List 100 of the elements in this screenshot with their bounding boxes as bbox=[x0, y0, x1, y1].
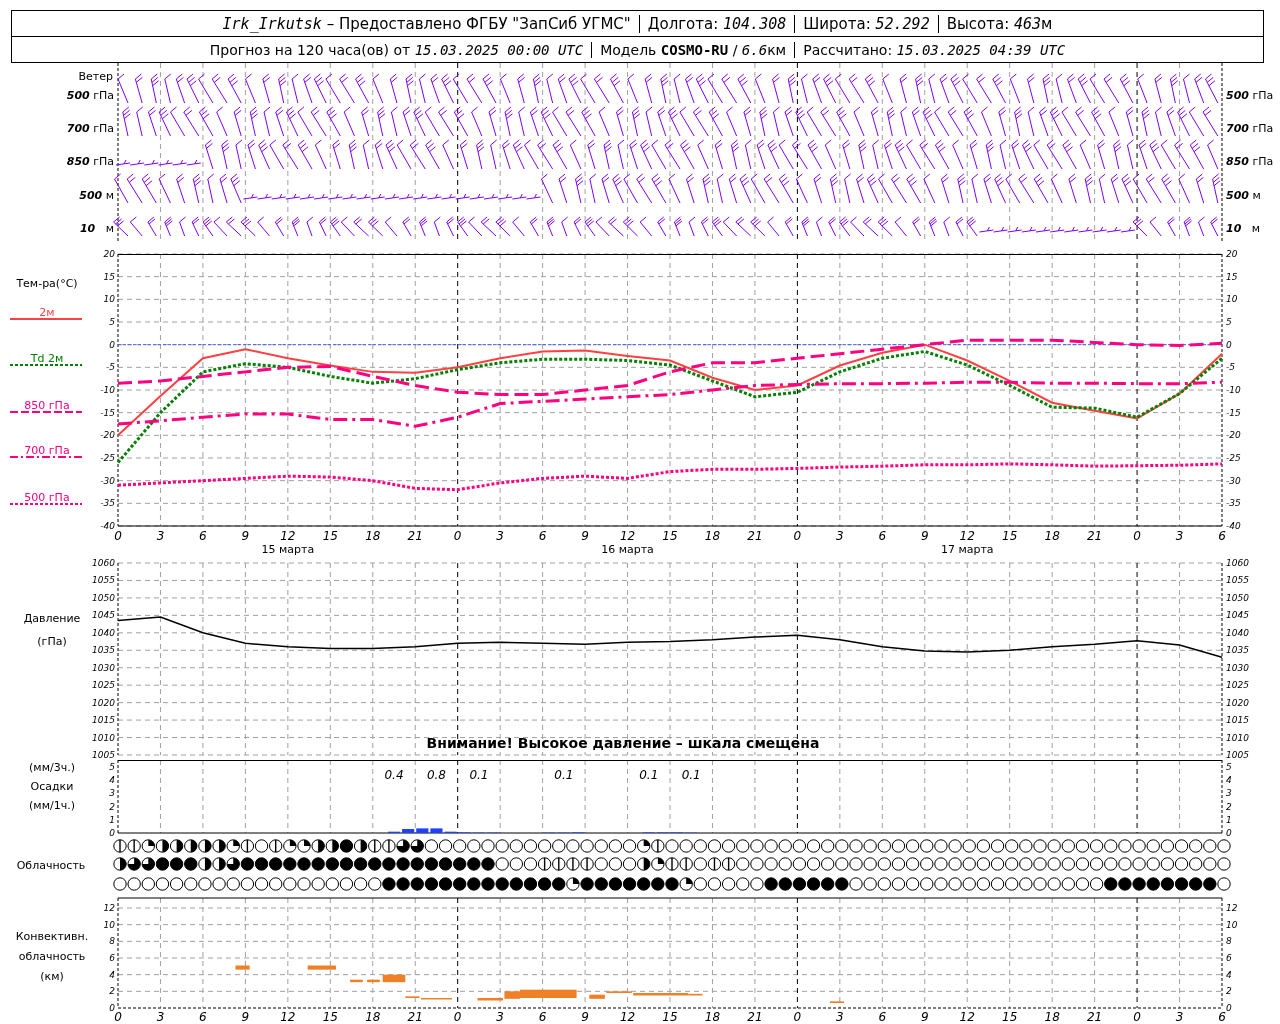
axis-label: 2 bbox=[1226, 986, 1232, 997]
cloud-cover-icon bbox=[651, 857, 665, 871]
header-text: Прогноз на 120 часа(ов) от 15.03.2025 00:00 UTC bbox=[208, 41, 585, 58]
cloud-cover-icon bbox=[750, 877, 764, 891]
axis-label: -30 bbox=[100, 475, 115, 486]
cloud-cover-icon bbox=[750, 857, 764, 871]
cloud-cover-icon bbox=[1160, 839, 1175, 853]
cloud-cover-icon bbox=[1005, 857, 1019, 871]
axis-label: 9 bbox=[241, 529, 250, 543]
cloud-cover-icon bbox=[495, 839, 509, 853]
cloud-cover-icon bbox=[226, 877, 240, 891]
axis-label: 0 bbox=[1226, 828, 1232, 838]
precipitation-total: 0.1 bbox=[554, 768, 574, 782]
cloud-cover-icon bbox=[311, 839, 325, 853]
axis-label: 18 bbox=[704, 1010, 721, 1024]
cloud-cover-icon bbox=[169, 877, 184, 891]
pressure-label: Давление bbox=[23, 612, 81, 625]
cloud-cover-icon bbox=[637, 839, 651, 853]
level-label: 500 м bbox=[1226, 189, 1261, 203]
cloud-cover-icon bbox=[1019, 839, 1033, 853]
cloud-cover-icon bbox=[1132, 857, 1146, 871]
cloud-cover-icon bbox=[1061, 877, 1075, 891]
convective-label: облачность bbox=[18, 950, 86, 963]
axis-label: -35 bbox=[100, 498, 115, 509]
axis-label: 0 bbox=[793, 1010, 802, 1024]
axis-label: 3 bbox=[1175, 529, 1184, 543]
cloud-cover-icon bbox=[1089, 839, 1104, 853]
cloud-cover-icon bbox=[410, 877, 424, 891]
cloud-cover-icon bbox=[184, 839, 198, 853]
axis-label: 3 bbox=[1175, 1010, 1184, 1024]
cloud-cover-icon bbox=[198, 857, 212, 871]
axis-label: 18 bbox=[1044, 529, 1060, 543]
axis-label: 15 bbox=[662, 529, 678, 543]
cloud-cover-icon bbox=[141, 839, 155, 853]
cloud-cover-icon bbox=[736, 857, 750, 871]
cloud-cover-icon bbox=[948, 857, 962, 871]
cloud-cover-icon bbox=[1132, 839, 1146, 853]
cloud-cover-icon bbox=[523, 857, 538, 871]
cloud-cover-icon bbox=[1203, 839, 1217, 853]
cloud-cover-icon bbox=[1061, 839, 1075, 853]
axis-label: 21 bbox=[747, 1010, 763, 1024]
axis-label: 4 bbox=[1226, 969, 1232, 980]
cloud-cover-icon bbox=[792, 857, 807, 871]
axis-label: -35 bbox=[1226, 498, 1241, 509]
cloud-cover-icon bbox=[679, 857, 693, 871]
cloud-cover-icon bbox=[849, 857, 863, 871]
axis-label: 15 bbox=[1226, 271, 1238, 282]
cloud-cover-icon bbox=[1005, 839, 1019, 853]
cloud-cover-icon bbox=[990, 839, 1005, 853]
axis-label: 2 bbox=[1226, 801, 1232, 812]
header-text: Долгота: 104.308 bbox=[638, 14, 795, 33]
cloud-cover-icon bbox=[580, 839, 594, 853]
cloud-cover-icon bbox=[184, 857, 198, 871]
cloud-cover-icon bbox=[368, 877, 382, 891]
axis-label: 0 bbox=[1133, 1010, 1141, 1024]
axis-label: 3 bbox=[836, 529, 844, 543]
cloud-cover-icon bbox=[679, 839, 693, 853]
axis-label: 15 bbox=[1002, 529, 1018, 543]
axis-label: 1055 bbox=[1226, 575, 1249, 586]
axis-label: 0 bbox=[453, 529, 462, 543]
cloud-cover-icon bbox=[566, 857, 580, 871]
cloud-cover-icon bbox=[622, 857, 637, 871]
axis-label: 1035 bbox=[1226, 645, 1249, 656]
cloud-cover-icon bbox=[835, 857, 849, 871]
cloud-cover-icon bbox=[1217, 877, 1231, 891]
cloud-cover-icon bbox=[509, 877, 523, 891]
cloud-cover-icon bbox=[1160, 857, 1175, 871]
precipitation-total: 0.1 bbox=[639, 768, 659, 782]
cloud-cover-icon bbox=[736, 839, 750, 853]
axis-label: 12 bbox=[1226, 903, 1238, 913]
cloud-cover-icon bbox=[453, 877, 467, 891]
temperature-label: Тем-ра(°C) bbox=[16, 277, 78, 290]
level-label: 10 м bbox=[79, 222, 114, 236]
cloud-cover-icon bbox=[1047, 839, 1061, 853]
cloud-cover-icon bbox=[509, 857, 523, 871]
date-label: 16 марта bbox=[601, 543, 654, 556]
axis-label: 21 bbox=[1086, 529, 1103, 543]
cloud-cover-icon bbox=[1019, 877, 1033, 891]
cloud-cover-icon bbox=[240, 877, 255, 891]
axis-label: 1020 bbox=[1226, 697, 1249, 708]
cloud-cover-icon bbox=[269, 877, 283, 891]
date-label: 17 марта bbox=[940, 543, 994, 556]
cloud-cover-icon bbox=[127, 877, 141, 891]
cloud-cover-icon bbox=[934, 839, 948, 853]
cloud-cover-icon bbox=[438, 839, 453, 853]
cloud-cover-icon bbox=[835, 839, 849, 853]
cloud-cover-icon bbox=[453, 857, 467, 871]
cloud-cover-icon bbox=[1075, 839, 1090, 853]
axis-label: -10 bbox=[100, 385, 115, 395]
cloud-cover-icon bbox=[339, 877, 354, 891]
legend-label: Td 2м bbox=[30, 352, 64, 365]
cloud-cover-icon bbox=[424, 839, 439, 853]
axis-label: 3 bbox=[156, 1010, 165, 1024]
cloud-cover-icon bbox=[1160, 877, 1175, 891]
cloud-cover-icon bbox=[693, 839, 707, 853]
axis-label: 4 bbox=[109, 969, 115, 980]
cloud-cover-icon bbox=[396, 839, 410, 853]
cloud-cover-icon bbox=[424, 857, 439, 871]
cloud-cover-icon bbox=[212, 877, 226, 891]
cloud-cover-icon bbox=[438, 877, 453, 891]
